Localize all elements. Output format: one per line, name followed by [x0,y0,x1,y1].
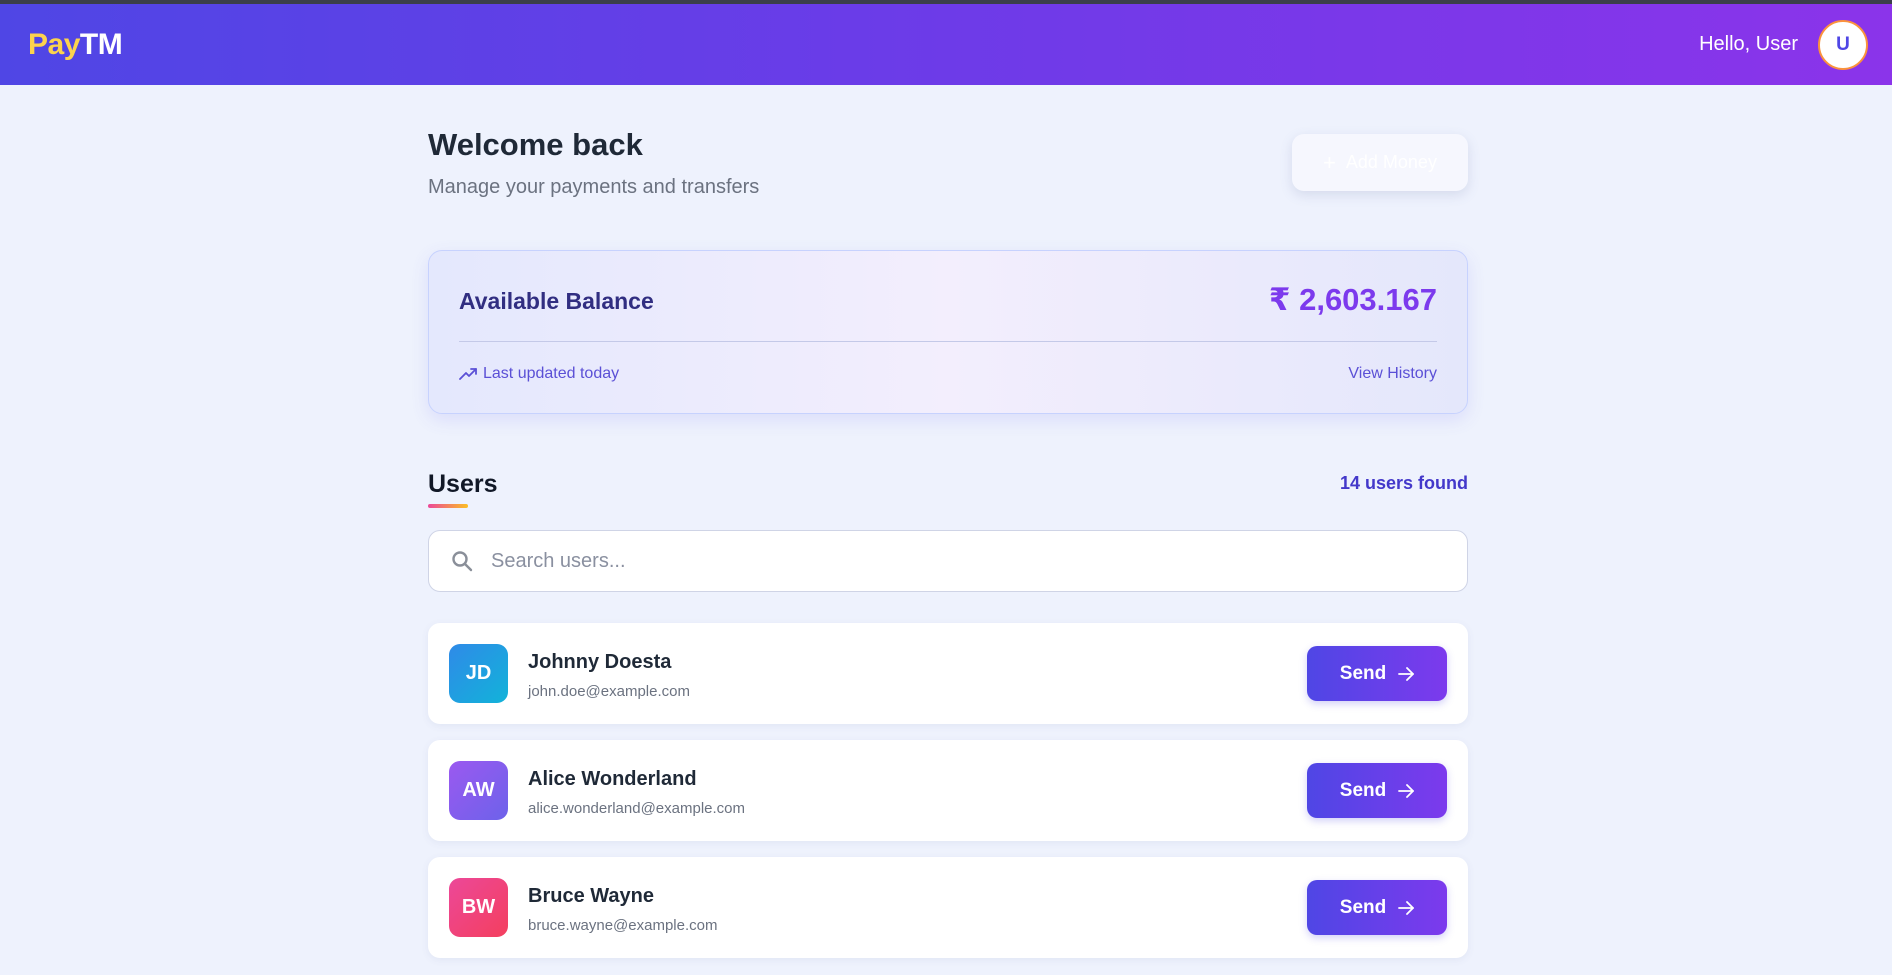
user-row-bruce-wayne: BW Bruce Wayne bruce.wayne@example.com Send [428,857,1468,958]
user-name: Alice Wonderland [528,768,697,790]
plus-icon: + [1323,149,1336,175]
header-user-area: Hello, User U [1699,19,1868,70]
user-email: alice.wonderland@example.com [528,800,746,817]
app-logo[interactable]: PayTM [28,27,123,62]
user-list: JD Johnny Doesta john.doe@example.com Send A… [428,623,1468,974]
view-history-link[interactable]: View History [1348,365,1437,383]
last-updated-text: Last updated today [483,365,620,382]
search-icon [452,551,473,572]
page-title: Welcome back [428,127,643,162]
user-avatar-initial: U [1836,33,1850,55]
user-name: Johnny Doesta [528,651,672,673]
send-button-label: Send [1339,662,1387,684]
logo-tm-text: TM [79,27,123,61]
user-initials-avatar: AW [449,761,508,820]
user-name: Bruce Wayne [528,885,654,907]
welcome-section: Welcome back Manage your payments and tr… [428,85,1468,245]
main-content: Welcome back Manage your payments and tr… [428,85,1468,958]
user-row-alice-wonderland: AW Alice Wonderland alice.wonderland@examp… [428,740,1468,841]
user-greeting: Hello, User [1699,33,1798,55]
balance-card: Available Balance ₹ 2,603.167 Last updat… [428,250,1468,414]
user-initials-avatar: JD [449,644,508,703]
add-money-button[interactable]: + Add Money [1292,134,1468,191]
users-title-underline [428,504,468,508]
balance-divider [459,341,1437,342]
add-money-label: Add Money [1345,152,1437,172]
arrow-right-icon [1398,666,1415,681]
users-section-title: Users [428,470,498,498]
arrow-right-icon [1398,900,1415,915]
users-count-badge: 14 users found [1339,473,1468,493]
search-input[interactable] [489,548,1393,574]
app-header: PayTM Hello, User U [0,4,1892,85]
user-email: bruce.wayne@example.com [528,917,718,934]
send-button[interactable]: Send [1307,646,1447,701]
logo-pay-text: Pay [28,27,80,61]
balance-label: Available Balance [459,288,654,314]
page-subtitle: Manage your payments and transfers [428,176,760,198]
user-search-box[interactable] [428,530,1468,592]
user-avatar[interactable]: U [1818,19,1868,70]
trending-up-icon [459,368,477,380]
users-header: Users 14 users found [428,470,1468,510]
send-button[interactable]: Send [1307,763,1447,818]
send-button-label: Send [1339,896,1387,918]
balance-amount: ₹ 2,603.167 [1268,282,1437,317]
send-button-label: Send [1339,779,1387,801]
last-updated: Last updated today [459,365,619,383]
send-button[interactable]: Send [1307,880,1447,935]
arrow-right-icon [1398,783,1415,798]
user-initials-avatar: BW [449,878,508,937]
user-email: john.doe@example.com [528,683,690,700]
user-row-johnny-doesta: JD Johnny Doesta john.doe@example.com Send [428,623,1468,724]
